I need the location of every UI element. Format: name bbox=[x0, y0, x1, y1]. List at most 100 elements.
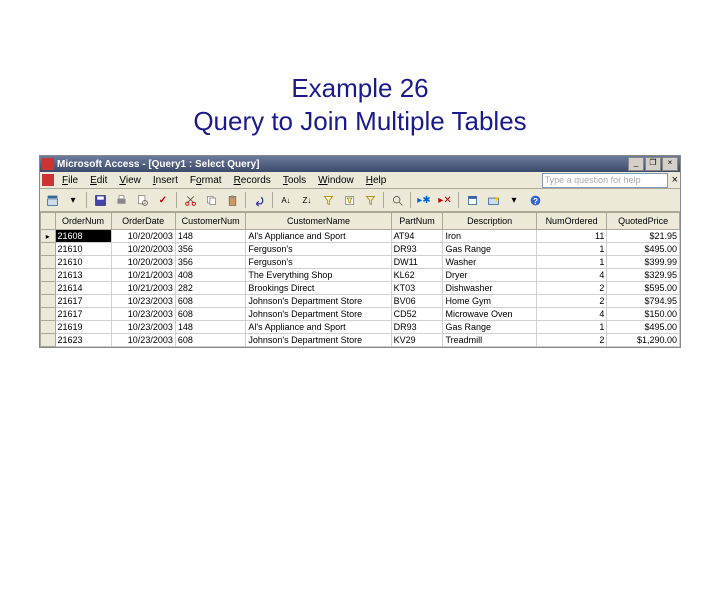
cell-customernum[interactable]: 282 bbox=[175, 282, 246, 295]
maximize-button[interactable]: ❐ bbox=[645, 157, 661, 171]
column-header-description[interactable]: Description bbox=[443, 213, 536, 230]
cell-ordernum[interactable]: 21614 bbox=[55, 282, 111, 295]
cell-orderdate[interactable]: 10/23/2003 bbox=[111, 321, 175, 334]
table-row[interactable]: 2161710/23/2003608Johnson's Department S… bbox=[41, 295, 680, 308]
cell-ordernum[interactable]: 21610 bbox=[55, 256, 111, 269]
minimize-button[interactable]: _ bbox=[628, 157, 644, 171]
table-row[interactable]: 2161410/21/2003282Brookings DirectKT03Di… bbox=[41, 282, 680, 295]
cell-partnum[interactable]: KL62 bbox=[391, 269, 443, 282]
cell-description[interactable]: Dishwasher bbox=[443, 282, 536, 295]
cell-description[interactable]: Dryer bbox=[443, 269, 536, 282]
cell-ordernum[interactable]: 21608 bbox=[55, 230, 111, 243]
column-header-customernum[interactable]: CustomerNum bbox=[175, 213, 246, 230]
cell-ordernum[interactable]: 21619 bbox=[55, 321, 111, 334]
menu-records[interactable]: Records bbox=[228, 174, 277, 187]
cell-customername[interactable]: Ferguson's bbox=[246, 256, 391, 269]
table-row[interactable]: ▸2160810/20/2003148Al's Appliance and Sp… bbox=[41, 230, 680, 243]
cell-partnum[interactable]: KT03 bbox=[391, 282, 443, 295]
cell-customername[interactable]: The Everything Shop bbox=[246, 269, 391, 282]
cell-partnum[interactable]: BV06 bbox=[391, 295, 443, 308]
datasheet[interactable]: OrderNumOrderDateCustomerNumCustomerName… bbox=[40, 212, 680, 347]
cell-orderdate[interactable]: 10/20/2003 bbox=[111, 256, 175, 269]
cell-numordered[interactable]: 2 bbox=[536, 295, 607, 308]
cell-partnum[interactable]: DR93 bbox=[391, 321, 443, 334]
spellcheck-button[interactable]: ✓ bbox=[153, 190, 173, 210]
print-preview-button[interactable] bbox=[132, 190, 152, 210]
cell-quotedprice[interactable]: $595.00 bbox=[607, 282, 680, 295]
cell-orderdate[interactable]: 10/21/2003 bbox=[111, 282, 175, 295]
delete-record-button[interactable]: ▸✕ bbox=[435, 190, 455, 210]
save-button[interactable] bbox=[90, 190, 110, 210]
menu-edit[interactable]: Edit bbox=[84, 174, 113, 187]
filter-selection-button[interactable] bbox=[318, 190, 338, 210]
select-all-corner[interactable] bbox=[41, 213, 56, 230]
cell-ordernum[interactable]: 21617 bbox=[55, 308, 111, 321]
cell-ordernum[interactable]: 21613 bbox=[55, 269, 111, 282]
cell-partnum[interactable]: CD52 bbox=[391, 308, 443, 321]
table-row[interactable]: 2161710/23/2003608Johnson's Department S… bbox=[41, 308, 680, 321]
table-row[interactable]: 2161010/20/2003356Ferguson'sDR93Gas Rang… bbox=[41, 243, 680, 256]
db-window-button[interactable] bbox=[462, 190, 482, 210]
cell-quotedprice[interactable]: $794.95 bbox=[607, 295, 680, 308]
row-selector[interactable] bbox=[41, 334, 56, 347]
row-selector[interactable] bbox=[41, 256, 56, 269]
find-button[interactable] bbox=[387, 190, 407, 210]
titlebar[interactable]: Microsoft Access - [Query1 : Select Quer… bbox=[40, 156, 680, 172]
cell-customername[interactable]: Al's Appliance and Sport bbox=[246, 321, 391, 334]
cell-customernum[interactable]: 408 bbox=[175, 269, 246, 282]
cell-numordered[interactable]: 11 bbox=[536, 230, 607, 243]
cell-partnum[interactable]: KV29 bbox=[391, 334, 443, 347]
cell-customername[interactable]: Brookings Direct bbox=[246, 282, 391, 295]
cell-description[interactable]: Microwave Oven bbox=[443, 308, 536, 321]
cell-quotedprice[interactable]: $150.00 bbox=[607, 308, 680, 321]
table-row[interactable]: 2161910/23/2003148Al's Appliance and Spo… bbox=[41, 321, 680, 334]
help-button[interactable]: ? bbox=[525, 190, 545, 210]
copy-button[interactable] bbox=[201, 190, 221, 210]
menu-view[interactable]: View bbox=[113, 174, 147, 187]
cell-partnum[interactable]: DR93 bbox=[391, 243, 443, 256]
row-selector[interactable]: ▸ bbox=[41, 230, 56, 243]
cell-numordered[interactable]: 4 bbox=[536, 308, 607, 321]
cell-customernum[interactable]: 356 bbox=[175, 256, 246, 269]
row-selector[interactable] bbox=[41, 243, 56, 256]
new-object-button[interactable] bbox=[483, 190, 503, 210]
cell-orderdate[interactable]: 10/20/2003 bbox=[111, 243, 175, 256]
cell-customername[interactable]: Johnson's Department Store bbox=[246, 308, 391, 321]
column-header-orderdate[interactable]: OrderDate bbox=[111, 213, 175, 230]
cell-quotedprice[interactable]: $1,290.00 bbox=[607, 334, 680, 347]
filter-form-button[interactable] bbox=[339, 190, 359, 210]
cell-customernum[interactable]: 148 bbox=[175, 230, 246, 243]
cell-orderdate[interactable]: 10/21/2003 bbox=[111, 269, 175, 282]
cell-description[interactable]: Iron bbox=[443, 230, 536, 243]
menu-format[interactable]: Format bbox=[184, 174, 228, 187]
cut-button[interactable] bbox=[180, 190, 200, 210]
cell-customernum[interactable]: 148 bbox=[175, 321, 246, 334]
undo-button[interactable] bbox=[249, 190, 269, 210]
cell-numordered[interactable]: 4 bbox=[536, 269, 607, 282]
cell-quotedprice[interactable]: $329.95 bbox=[607, 269, 680, 282]
cell-customername[interactable]: Johnson's Department Store bbox=[246, 334, 391, 347]
sort-desc-button[interactable]: Z↓ bbox=[297, 190, 317, 210]
cell-customernum[interactable]: 608 bbox=[175, 295, 246, 308]
help-search-box[interactable]: Type a question for help bbox=[542, 173, 668, 188]
cell-customernum[interactable]: 356 bbox=[175, 243, 246, 256]
cell-customername[interactable]: Johnson's Department Store bbox=[246, 295, 391, 308]
cell-customername[interactable]: Ferguson's bbox=[246, 243, 391, 256]
cell-numordered[interactable]: 1 bbox=[536, 243, 607, 256]
column-header-partnum[interactable]: PartNum bbox=[391, 213, 443, 230]
cell-numordered[interactable]: 2 bbox=[536, 282, 607, 295]
cell-numordered[interactable]: 2 bbox=[536, 334, 607, 347]
cell-customername[interactable]: Al's Appliance and Sport bbox=[246, 230, 391, 243]
column-header-ordernum[interactable]: OrderNum bbox=[55, 213, 111, 230]
close-button[interactable]: × bbox=[662, 157, 678, 171]
row-selector[interactable] bbox=[41, 308, 56, 321]
cell-description[interactable]: Gas Range bbox=[443, 243, 536, 256]
view-button[interactable] bbox=[42, 190, 62, 210]
row-selector[interactable] bbox=[41, 269, 56, 282]
cell-orderdate[interactable]: 10/23/2003 bbox=[111, 334, 175, 347]
cell-quotedprice[interactable]: $399.99 bbox=[607, 256, 680, 269]
apply-filter-button[interactable] bbox=[360, 190, 380, 210]
cell-description[interactable]: Home Gym bbox=[443, 295, 536, 308]
column-header-quotedprice[interactable]: QuotedPrice bbox=[607, 213, 680, 230]
paste-button[interactable] bbox=[222, 190, 242, 210]
